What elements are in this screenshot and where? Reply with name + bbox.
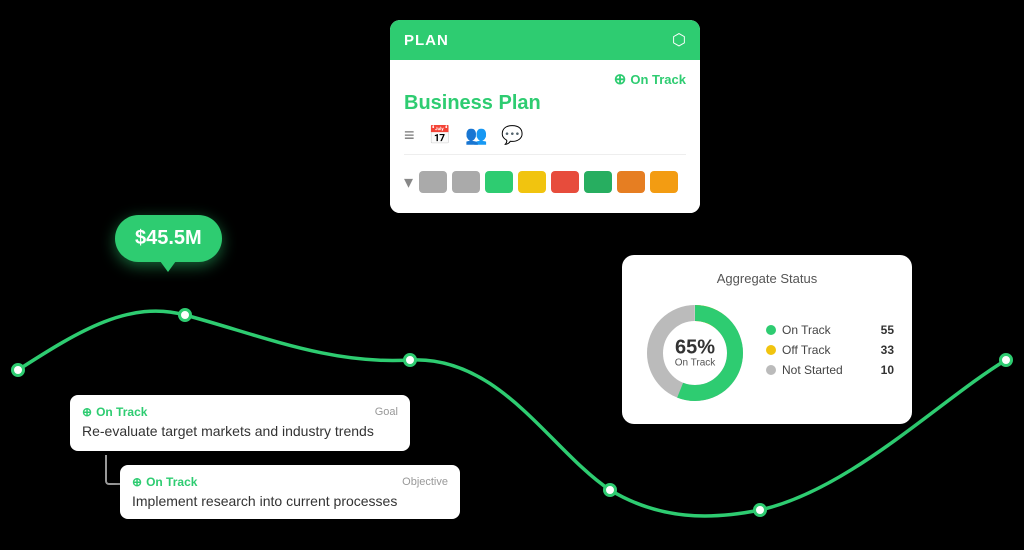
plan-card-body: ⊕ On Track Business Plan ≡ 📅 👥 💬 ▾ [390,60,700,213]
plan-status-row: ⊕ On Track [404,70,686,88]
donut-label: On Track [675,358,716,369]
aggregate-title: Aggregate Status [640,271,894,286]
legend-label-not-started: Not Started [782,363,843,377]
plan-title-label: PLAN [404,32,449,49]
objective-on-track-icon: ⊕ [132,475,142,489]
objective-card-top: ⊕ On Track Objective [132,475,448,489]
color-swatch-green[interactable] [485,171,513,193]
legend-dot-not-started [766,365,776,375]
team-icon[interactable]: 👥 [465,125,487,146]
color-swatch-gray1[interactable] [419,171,447,193]
color-swatch-yellow[interactable] [518,171,546,193]
aggregate-legend: On Track 55 Off Track 33 Not Started 10 [766,323,894,383]
color-swatch-red[interactable] [551,171,579,193]
plan-card: PLAN ⬡ ⊕ On Track Business Plan ≡ 📅 👥 💬 … [390,20,700,213]
objective-card-title: Implement research into current processe… [132,493,448,509]
node-dot-6 [999,353,1013,367]
goal-status-badge: ⊕ On Track [82,405,147,419]
legend-label-on-track: On Track [782,323,831,337]
legend-dot-off-track [766,345,776,355]
legend-count-off-track: 33 [881,343,894,357]
budget-bubble: $45.5M [115,215,222,262]
aggregate-card: Aggregate Status 65% On Track On Track [622,255,912,424]
budget-value: $45.5M [135,227,202,249]
plan-card-toolbar: ≡ 📅 👥 💬 [404,125,686,155]
legend-not-started: Not Started 10 [766,363,894,377]
aggregate-body: 65% On Track On Track 55 Off Track 33 No… [640,298,894,408]
calendar-icon[interactable]: 📅 [429,125,451,146]
plan-card-header: PLAN ⬡ [390,20,700,60]
legend-on-track: On Track 55 [766,323,894,337]
node-dot-1 [11,363,25,377]
donut-percent: 65% [675,338,716,358]
donut-chart: 65% On Track [640,298,750,408]
goal-type-label: Goal [375,406,398,418]
chat-icon[interactable]: 💬 [501,125,523,146]
color-swatch-orange[interactable] [617,171,645,193]
node-dot-3 [403,353,417,367]
legend-off-track: Off Track 33 [766,343,894,357]
legend-dot-on-track [766,325,776,335]
color-swatch-gray2[interactable] [452,171,480,193]
goal-card-top: ⊕ On Track Goal [82,405,398,419]
objective-card: ⊕ On Track Objective Implement research … [120,465,460,519]
color-swatch-dark-green[interactable] [584,171,612,193]
on-track-circle-icon: ⊕ [614,70,627,88]
plan-card-title: Business Plan [404,92,686,115]
goal-card: ⊕ On Track Goal Re-evaluate target marke… [70,395,410,451]
node-dot-4 [603,483,617,497]
node-dot-5 [753,503,767,517]
objective-type-label: Objective [402,476,448,488]
legend-count-on-track: 55 [881,323,894,337]
edit-icon[interactable]: ⬡ [672,30,686,50]
color-swatches [419,165,678,199]
legend-count-not-started: 10 [881,363,894,377]
donut-center: 65% On Track [675,338,716,369]
dropdown-button[interactable]: ▾ [404,172,413,193]
plan-status-badge: ⊕ On Track [614,70,686,88]
node-dot-2 [178,308,192,322]
list-icon[interactable]: ≡ [404,125,415,146]
objective-status-badge: ⊕ On Track [132,475,197,489]
goal-card-title: Re-evaluate target markets and industry … [82,423,398,439]
color-swatch-amber[interactable] [650,171,678,193]
legend-label-off-track: Off Track [782,343,830,357]
goal-on-track-icon: ⊕ [82,405,92,419]
